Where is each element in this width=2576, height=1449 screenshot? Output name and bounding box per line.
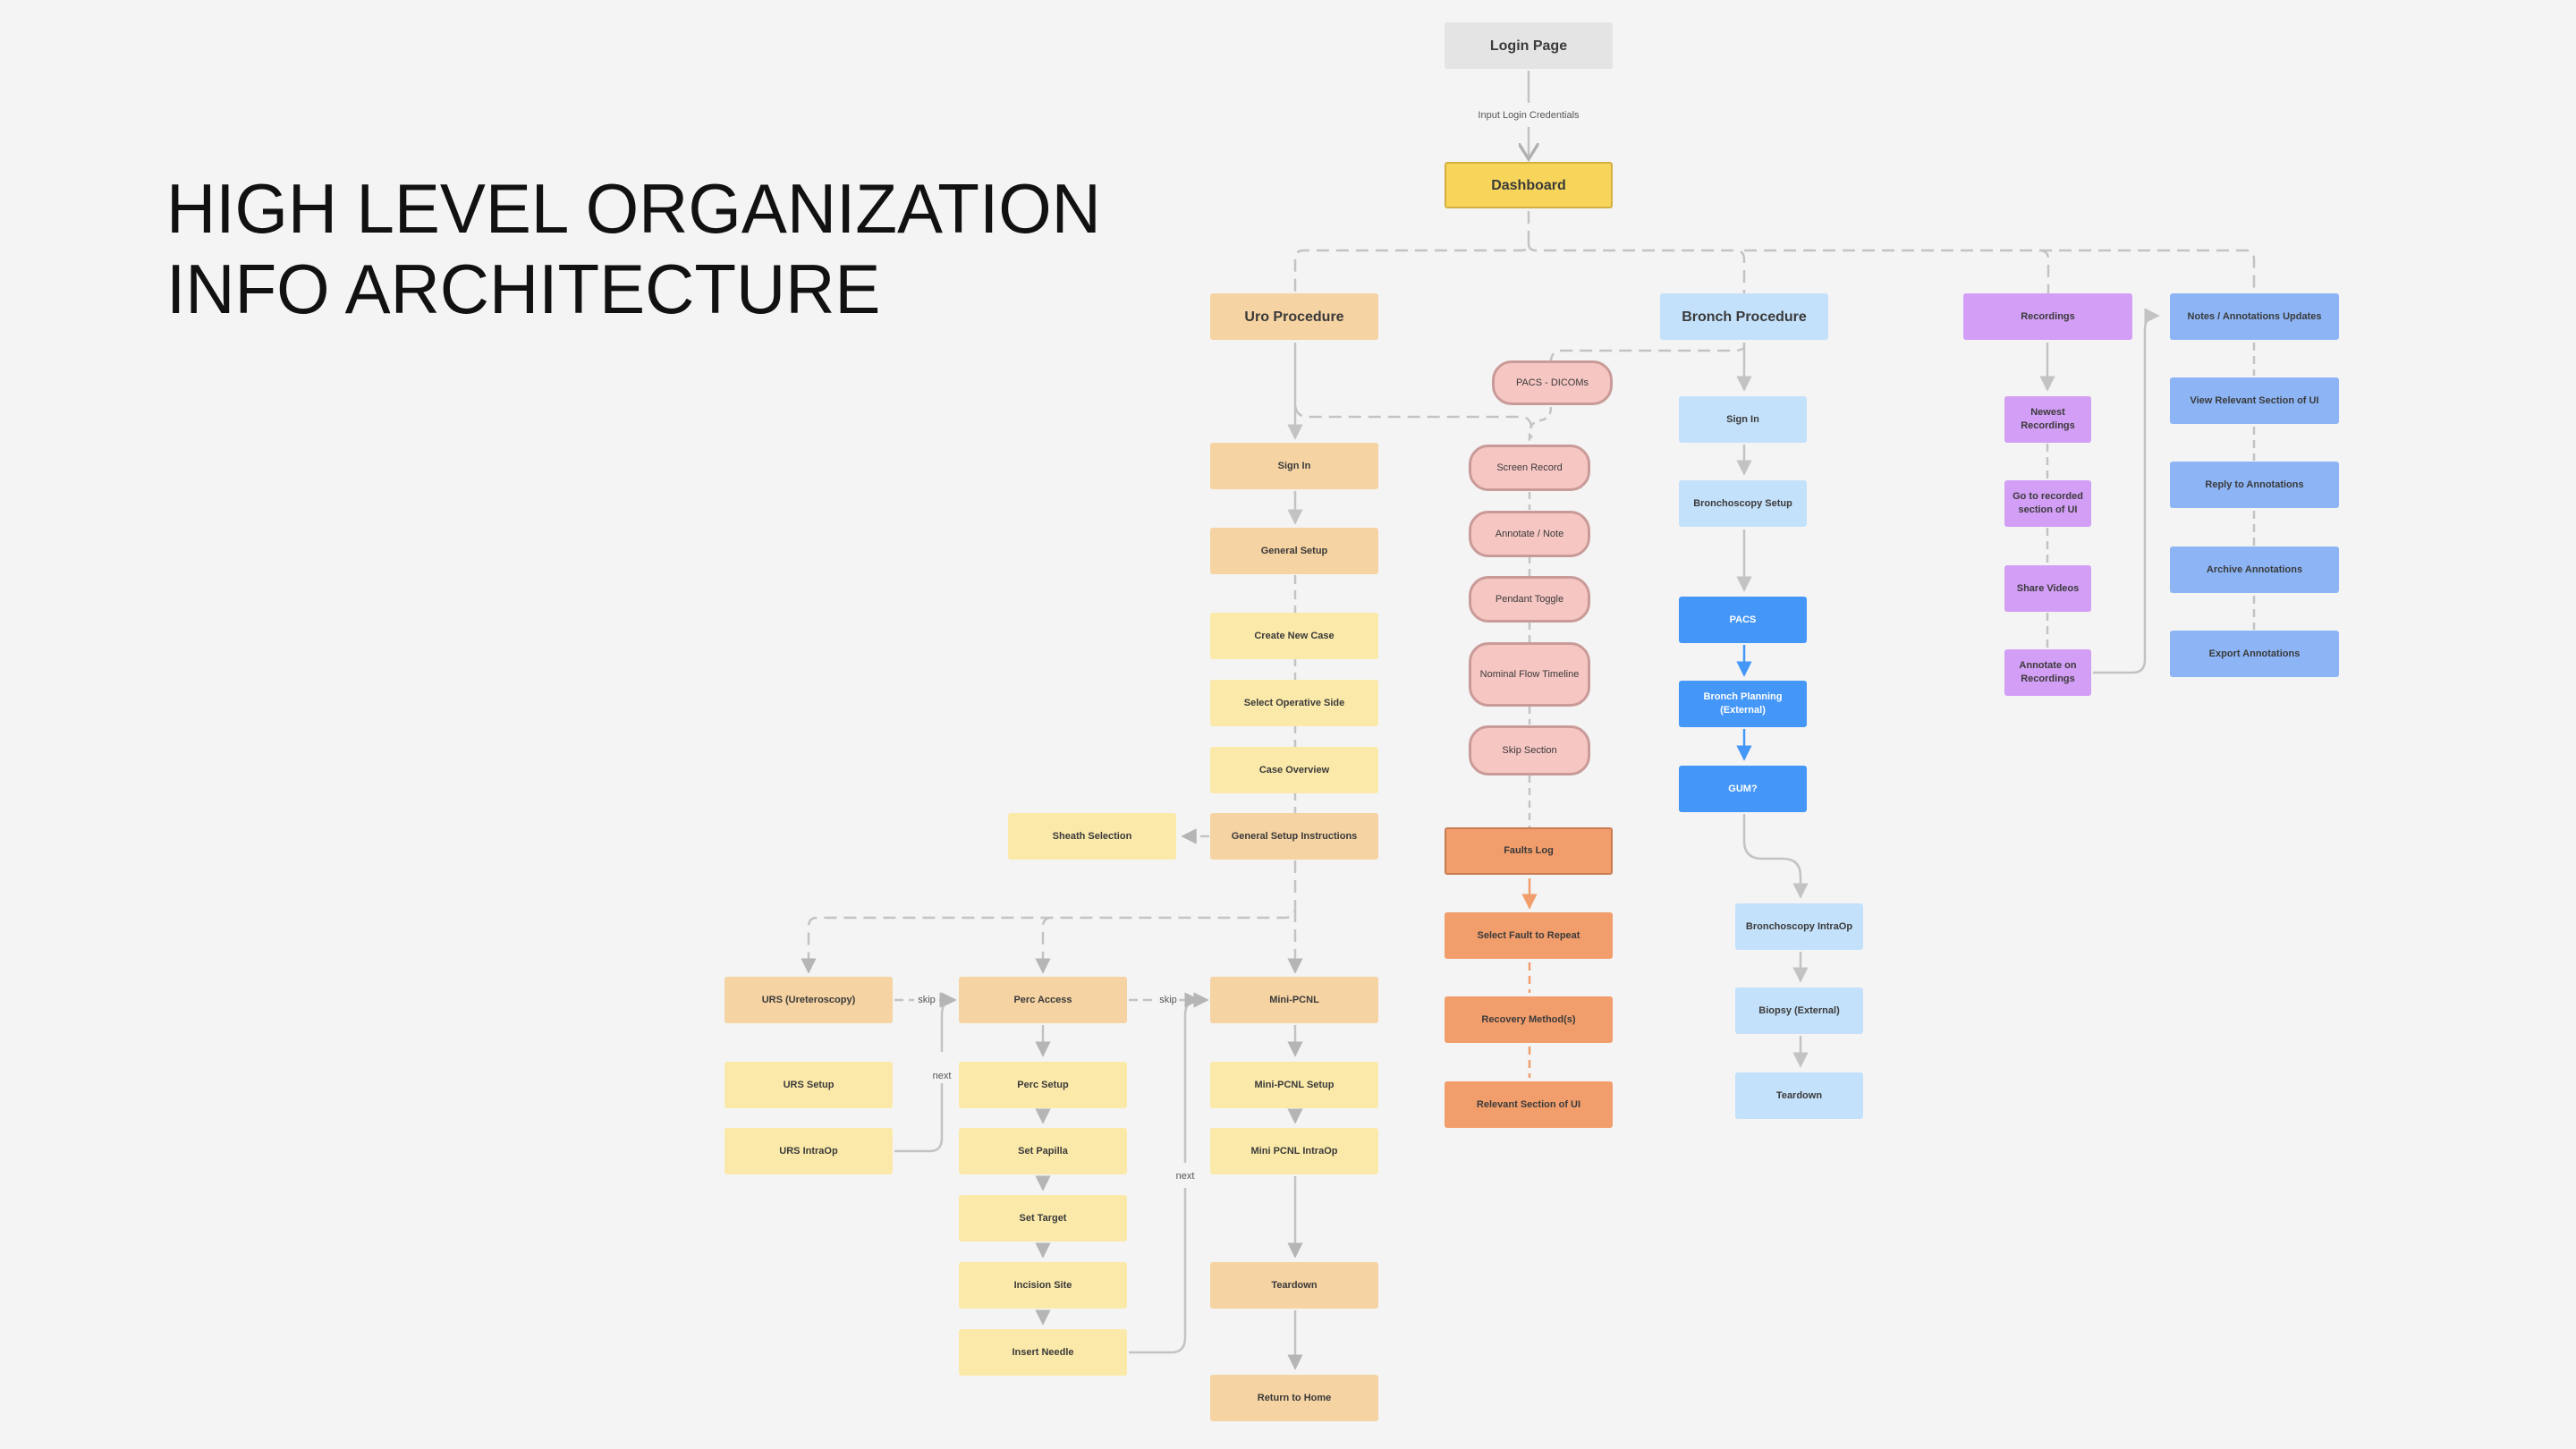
node-general-setup[interactable]: General Setup (1210, 528, 1378, 574)
edge-dashboard-fanout (1293, 211, 1530, 293)
node-view-relevant-section[interactable]: View Relevant Section of UI (2170, 377, 2339, 424)
node-case-overview[interactable]: Case Overview (1210, 747, 1378, 793)
node-nominal-flow-timeline[interactable]: Nominal Flow Timeline (1469, 642, 1590, 707)
node-newest-recordings[interactable]: Newest Recordings (2004, 396, 2091, 443)
node-return-to-home[interactable]: Return to Home (1210, 1375, 1378, 1421)
edge-label-next: next (1174, 1169, 1197, 1183)
edge-label-next: next (930, 1069, 953, 1083)
node-gum[interactable]: GUM? (1679, 766, 1807, 812)
node-annotate-note[interactable]: Annotate / Note (1469, 511, 1590, 557)
node-bronch-planning[interactable]: Bronch Planning (External) (1679, 681, 1807, 727)
node-sheath-selection[interactable]: Sheath Selection (1008, 813, 1176, 860)
node-goto-recorded-section[interactable]: Go to recorded section of UI (2004, 480, 2091, 527)
node-general-setup-instructions[interactable]: General Setup Instructions (1210, 813, 1378, 860)
node-dashboard[interactable]: Dashboard (1445, 162, 1613, 208)
node-perc-setup[interactable]: Perc Setup (959, 1062, 1127, 1108)
node-archive-annotations[interactable]: Archive Annotations (2170, 547, 2339, 593)
node-login-page[interactable]: Login Page (1445, 22, 1613, 69)
node-perc-access[interactable]: Perc Access (959, 977, 1127, 1023)
node-bronchoscopy-setup[interactable]: Bronchoscopy Setup (1679, 480, 1807, 527)
node-screen-record[interactable]: Screen Record (1469, 445, 1590, 491)
node-set-papilla[interactable]: Set Papilla (959, 1128, 1127, 1174)
node-create-new-case[interactable]: Create New Case (1210, 613, 1378, 659)
node-relevant-section-of-ui[interactable]: Relevant Section of UI (1445, 1081, 1613, 1128)
node-urs-intraop[interactable]: URS IntraOp (724, 1128, 893, 1174)
node-bronch-teardown[interactable]: Teardown (1735, 1072, 1863, 1119)
node-uro-procedure[interactable]: Uro Procedure (1210, 293, 1378, 340)
node-reply-to-annotations[interactable]: Reply to Annotations (2170, 462, 2339, 508)
node-bronchoscopy-intraop[interactable]: Bronchoscopy IntraOp (1735, 903, 1863, 950)
node-insert-needle[interactable]: Insert Needle (959, 1329, 1127, 1376)
node-recordings[interactable]: Recordings (1963, 293, 2132, 340)
node-biopsy[interactable]: Biopsy (External) (1735, 987, 1863, 1034)
node-pendant-toggle[interactable]: Pendant Toggle (1469, 576, 1590, 623)
edge-pacs-to-uro (1293, 405, 1533, 438)
node-mini-pcnl[interactable]: Mini-PCNL (1210, 977, 1378, 1023)
node-annotate-on-recordings[interactable]: Annotate on Recordings (2004, 649, 2091, 696)
node-uro-teardown[interactable]: Teardown (1210, 1262, 1378, 1309)
edge-label-skip: skip (1157, 993, 1179, 1007)
node-notes-annotations[interactable]: Notes / Annotations Updates (2170, 293, 2339, 340)
edge-label-login-credentials: Input Login Credentials (1476, 108, 1581, 123)
node-recovery-methods[interactable]: Recovery Method(s) (1445, 996, 1613, 1043)
node-skip-section[interactable]: Skip Section (1469, 725, 1590, 775)
node-share-videos[interactable]: Share Videos (2004, 565, 2091, 612)
edge-label-skip: skip (916, 993, 937, 1007)
node-export-annotations[interactable]: Export Annotations (2170, 631, 2339, 677)
node-uro-sign-in[interactable]: Sign In (1210, 443, 1378, 489)
node-select-operative-side[interactable]: Select Operative Side (1210, 680, 1378, 726)
node-mini-pcnl-intraop[interactable]: Mini PCNL IntraOp (1210, 1128, 1378, 1174)
node-bronch-sign-in[interactable]: Sign In (1679, 396, 1807, 443)
node-urs-setup[interactable]: URS Setup (724, 1062, 893, 1108)
node-faults-log[interactable]: Faults Log (1445, 827, 1613, 875)
node-urs[interactable]: URS (Ureteroscopy) (724, 977, 893, 1023)
node-bronch-procedure[interactable]: Bronch Procedure (1660, 293, 1828, 340)
node-pacs[interactable]: PACS (1679, 597, 1807, 643)
node-incision-site[interactable]: Incision Site (959, 1262, 1127, 1309)
node-select-fault-to-repeat[interactable]: Select Fault to Repeat (1445, 912, 1613, 959)
node-set-target[interactable]: Set Target (959, 1195, 1127, 1241)
node-mini-pcnl-setup[interactable]: Mini-PCNL Setup (1210, 1062, 1378, 1108)
node-pacs-dicoms[interactable]: PACS - DICOMs (1492, 360, 1613, 405)
